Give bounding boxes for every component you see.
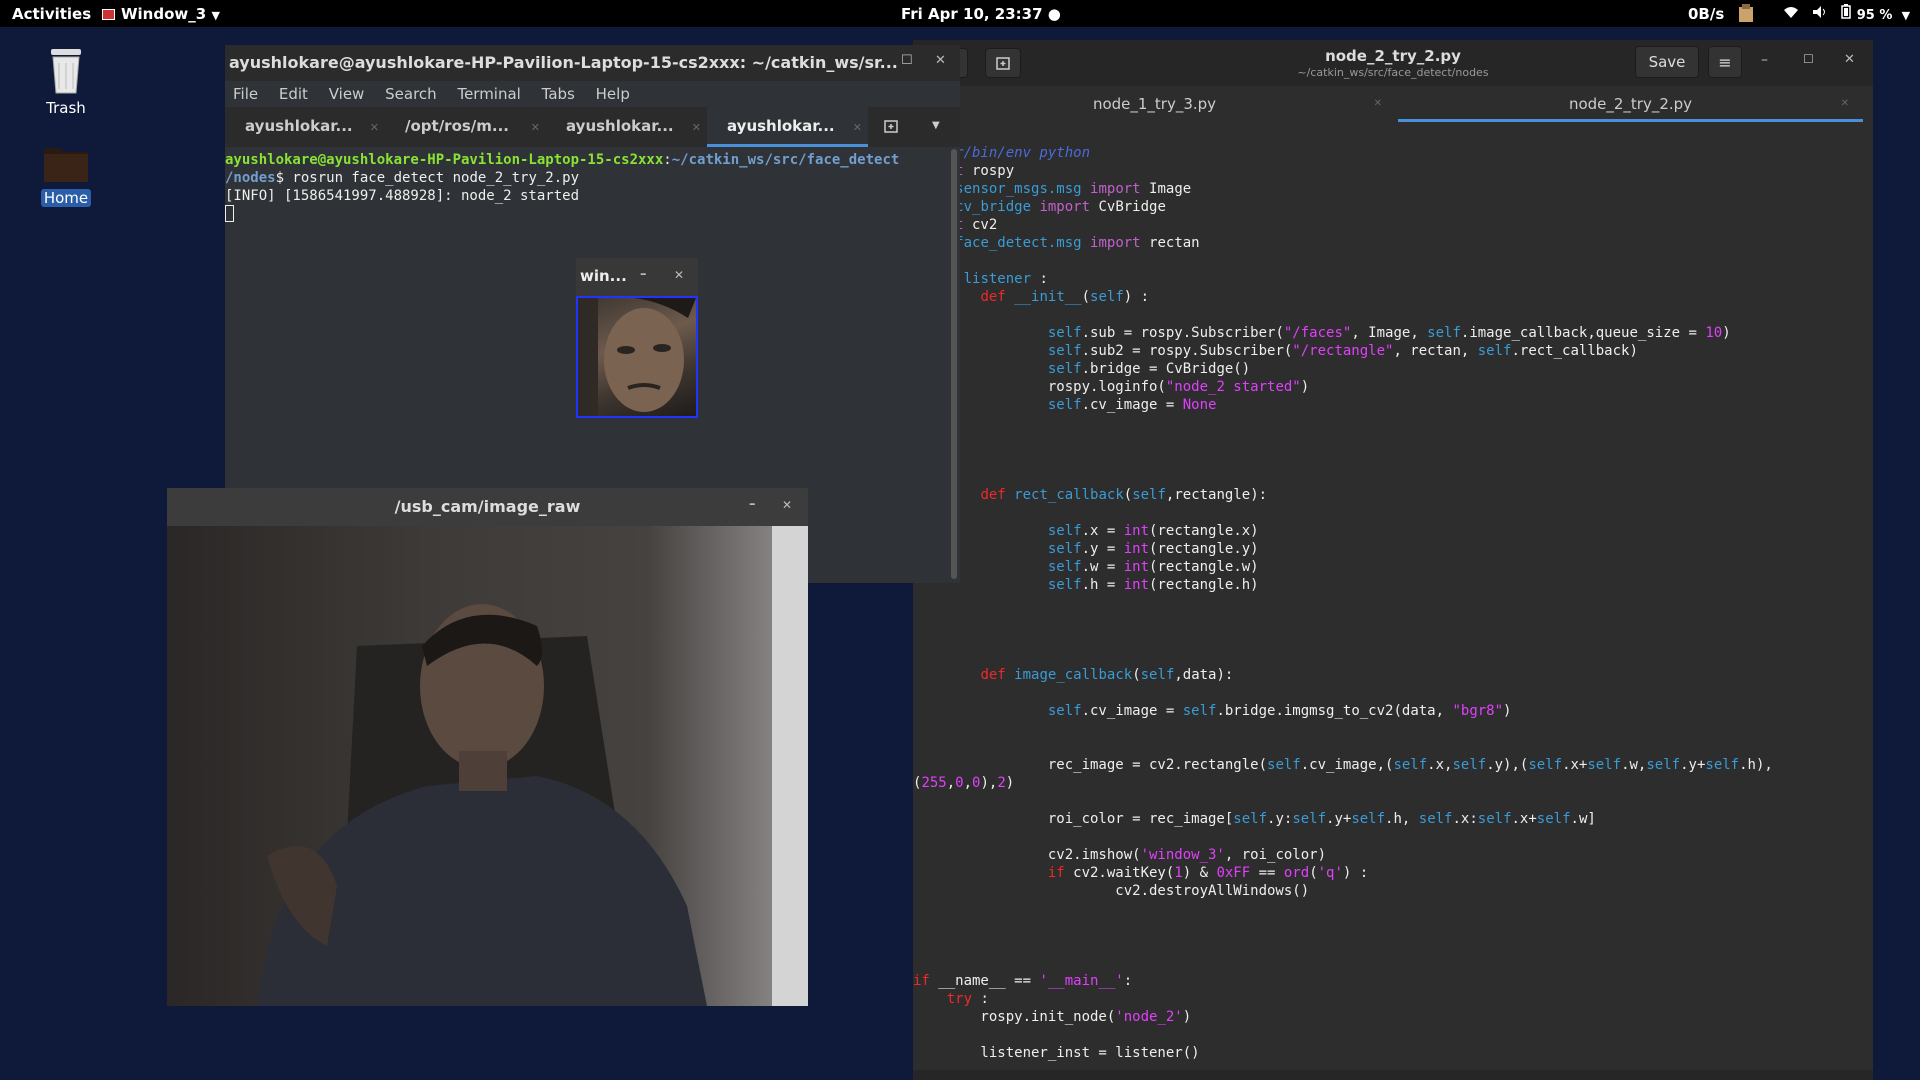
terminal-menubar: File Edit View Search Terminal Tabs Help bbox=[225, 81, 960, 107]
home-folder-icon bbox=[21, 140, 111, 188]
maximize-icon[interactable]: ☐ bbox=[901, 53, 913, 68]
tab-node-1-try-3[interactable]: node_1_try_3.py ✕ bbox=[913, 86, 1396, 122]
tab-label: ayushlokar... bbox=[727, 117, 835, 135]
editor-statusbar bbox=[913, 1070, 1873, 1080]
app-menu[interactable]: Window_3 ▼ bbox=[102, 5, 220, 23]
app-menu-label: Window_3 bbox=[121, 5, 207, 23]
terminal-title: ayushlokare@ayushlokare-HP-Pavilion-Lapt… bbox=[229, 53, 898, 72]
face-crop-graphic bbox=[578, 298, 696, 416]
terminal-tab-bar: ayushlokar... ✕ /opt/ros/m... ✕ ayushlokar… bbox=[225, 107, 960, 147]
desktop-home[interactable]: Home bbox=[21, 140, 111, 207]
close-tab-icon[interactable]: ✕ bbox=[1841, 98, 1849, 109]
menu-terminal[interactable]: Terminal bbox=[457, 85, 520, 103]
tab-label: node_2_try_2.py bbox=[1568, 95, 1693, 113]
tab-label: /opt/ros/m... bbox=[405, 117, 510, 135]
tab-label: ayushlokar... bbox=[245, 117, 353, 135]
system-menu[interactable]: 95 % ▼ bbox=[1783, 4, 1910, 23]
prompt-user: ayushlokare@ayushlokare-HP-Pavilion-Lapt… bbox=[225, 152, 664, 168]
hamburger-menu-button[interactable]: ≡ bbox=[1708, 46, 1742, 78]
clock[interactable]: Fri Apr 10, 23:37 ● bbox=[901, 5, 1061, 23]
minimize-icon[interactable]: – bbox=[867, 53, 874, 68]
tab-label: node_1_try_3.py bbox=[1092, 95, 1217, 113]
editor-tab-bar: node_1_try_3.py ✕ node_2_try_2.py ✕ bbox=[913, 86, 1873, 122]
clipboard-icon[interactable] bbox=[1737, 3, 1755, 27]
menu-tabs[interactable]: Tabs bbox=[542, 85, 575, 103]
menu-search[interactable]: Search bbox=[385, 85, 437, 103]
trash-icon bbox=[21, 45, 111, 99]
net-speed: 0B/s bbox=[1688, 5, 1725, 23]
minimize-icon[interactable]: – bbox=[1761, 52, 1768, 68]
activities-button[interactable]: Activities bbox=[12, 5, 91, 23]
volume-icon bbox=[1812, 5, 1833, 23]
tab-label: ayushlokar... bbox=[566, 117, 674, 135]
usb-cam-window: /usb_cam/image_raw – ✕ bbox=[167, 488, 808, 1006]
chevron-down-icon: ▼ bbox=[211, 9, 220, 22]
close-icon[interactable]: ✕ bbox=[674, 268, 684, 282]
save-button[interactable]: Save bbox=[1635, 46, 1699, 78]
close-icon[interactable]: ✕ bbox=[935, 53, 946, 68]
top-bar: Activities Window_3 ▼ Fri Apr 10, 23:37 … bbox=[0, 0, 1920, 27]
code-area[interactable]: #!/usr/bin/env pythonimport rospyfrom se… bbox=[913, 126, 1873, 1080]
terminal-scrollbar[interactable] bbox=[951, 149, 957, 579]
window-3-titlebar: win... – ✕ bbox=[576, 258, 698, 294]
prompt-path-continued: /nodes bbox=[225, 170, 276, 186]
hamburger-icon: ≡ bbox=[1718, 53, 1732, 72]
terminal-tab-3[interactable]: ayushlokar... ✕ bbox=[546, 107, 707, 147]
maximize-icon[interactable]: ☐ bbox=[1803, 52, 1814, 66]
usb-cam-titlebar: /usb_cam/image_raw – ✕ bbox=[167, 488, 808, 524]
editor-headerbar: en ▼ node_2_try_2.py ~/catkin_ws/src/fac… bbox=[913, 40, 1873, 86]
terminal-tab-4[interactable]: ayushlokar... ✕ bbox=[707, 107, 868, 147]
terminal-cursor bbox=[225, 205, 234, 222]
camera-scene-graphic bbox=[257, 526, 808, 1006]
window-3-title: win... bbox=[580, 267, 627, 285]
terminal-command: $ rosrun face_detect node_2_try_2.py bbox=[275, 170, 580, 186]
minimize-icon[interactable]: – bbox=[640, 267, 647, 282]
home-label: Home bbox=[40, 189, 92, 207]
prompt-path: ~/catkin_ws/src/face_detect bbox=[671, 152, 900, 168]
close-tab-icon[interactable]: ✕ bbox=[531, 121, 540, 134]
menu-file[interactable]: File bbox=[233, 85, 258, 103]
minimize-icon[interactable]: – bbox=[749, 497, 756, 512]
battery-icon bbox=[1841, 4, 1856, 23]
new-tab-icon bbox=[884, 120, 898, 133]
window-app-icon bbox=[102, 9, 115, 20]
menu-view[interactable]: View bbox=[329, 85, 365, 103]
menu-edit[interactable]: Edit bbox=[279, 85, 308, 103]
close-icon[interactable]: ✕ bbox=[782, 498, 792, 512]
terminal-tab-1[interactable]: ayushlokar... ✕ bbox=[225, 107, 385, 147]
usb-cam-title: /usb_cam/image_raw bbox=[394, 497, 581, 516]
terminal-titlebar: ayushlokare@ayushlokare-HP-Pavilion-Lapt… bbox=[225, 45, 960, 81]
desktop-trash[interactable]: Trash bbox=[21, 45, 111, 117]
new-tab-button[interactable] bbox=[883, 118, 899, 138]
terminal-info-line: [INFO] [1586541997.488928]: node_2 start… bbox=[225, 188, 580, 204]
notification-dot-icon: ● bbox=[1047, 5, 1061, 23]
close-tab-icon[interactable]: ✕ bbox=[853, 121, 862, 134]
close-icon[interactable]: ✕ bbox=[1844, 52, 1855, 67]
close-tab-icon[interactable]: ✕ bbox=[692, 121, 701, 134]
battery-percent: 95 % bbox=[1856, 8, 1893, 23]
camera-feed bbox=[167, 526, 808, 1006]
window-3: win... – ✕ bbox=[576, 258, 698, 418]
terminal-output[interactable]: ayushlokare@ayushlokare-HP-Pavilion-Lapt… bbox=[225, 147, 960, 228]
clock-label: Fri Apr 10, 23:37 bbox=[901, 5, 1043, 23]
trash-label: Trash bbox=[46, 99, 86, 117]
close-tab-icon[interactable]: ✕ bbox=[370, 121, 379, 134]
close-tab-icon[interactable]: ✕ bbox=[1374, 98, 1382, 109]
wifi-icon bbox=[1783, 5, 1804, 23]
terminal-tab-2[interactable]: /opt/ros/m... ✕ bbox=[385, 107, 546, 147]
face-roi-image bbox=[576, 296, 698, 418]
text-editor-window: en ▼ node_2_try_2.py ~/catkin_ws/src/fac… bbox=[913, 40, 1873, 1080]
system-chevron-icon: ▼ bbox=[1901, 9, 1911, 22]
tabs-dropdown-icon[interactable]: ▼ bbox=[932, 120, 940, 131]
menu-help[interactable]: Help bbox=[596, 85, 630, 103]
tab-node-2-try-2[interactable]: node_2_try_2.py ✕ bbox=[1398, 86, 1863, 122]
